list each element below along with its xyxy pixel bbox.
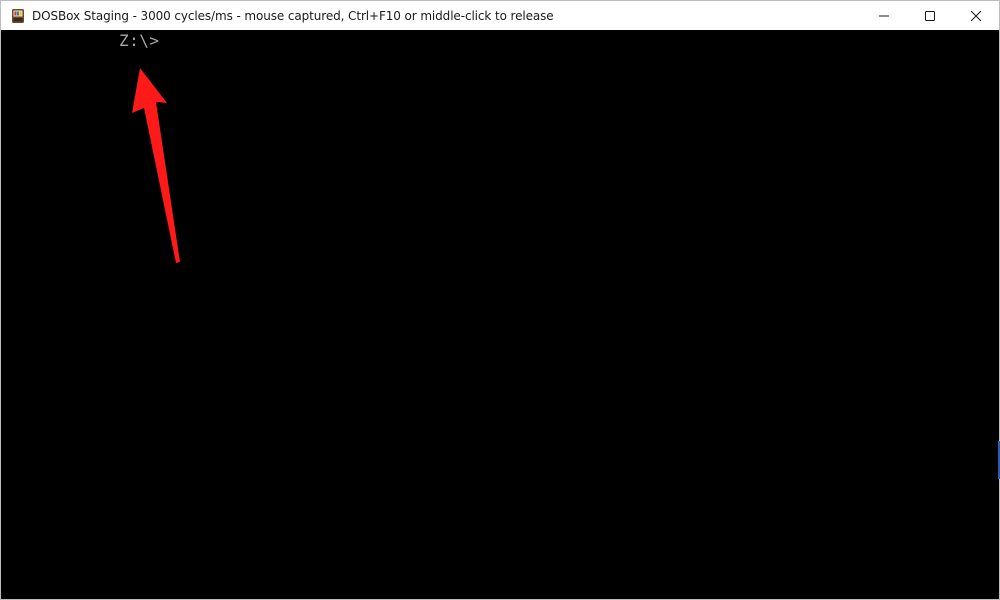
minimize-button[interactable] <box>861 1 907 30</box>
maximize-button[interactable] <box>907 1 953 30</box>
dosbox-icon <box>10 8 26 24</box>
close-icon <box>971 10 981 21</box>
maximize-icon <box>925 10 935 21</box>
dos-console[interactable]: Z:\> <box>1 30 999 599</box>
caption-buttons <box>861 1 999 30</box>
command-prompt: Z:\> <box>119 31 160 50</box>
minimize-icon <box>879 15 889 16</box>
dosbox-window: DOSBox Staging - 3000 cycles/ms - mouse … <box>0 0 1000 600</box>
window-title: DOSBox Staging - 3000 cycles/ms - mouse … <box>32 8 554 23</box>
title-bar[interactable]: DOSBox Staging - 3000 cycles/ms - mouse … <box>1 1 999 30</box>
close-button[interactable] <box>953 1 999 30</box>
